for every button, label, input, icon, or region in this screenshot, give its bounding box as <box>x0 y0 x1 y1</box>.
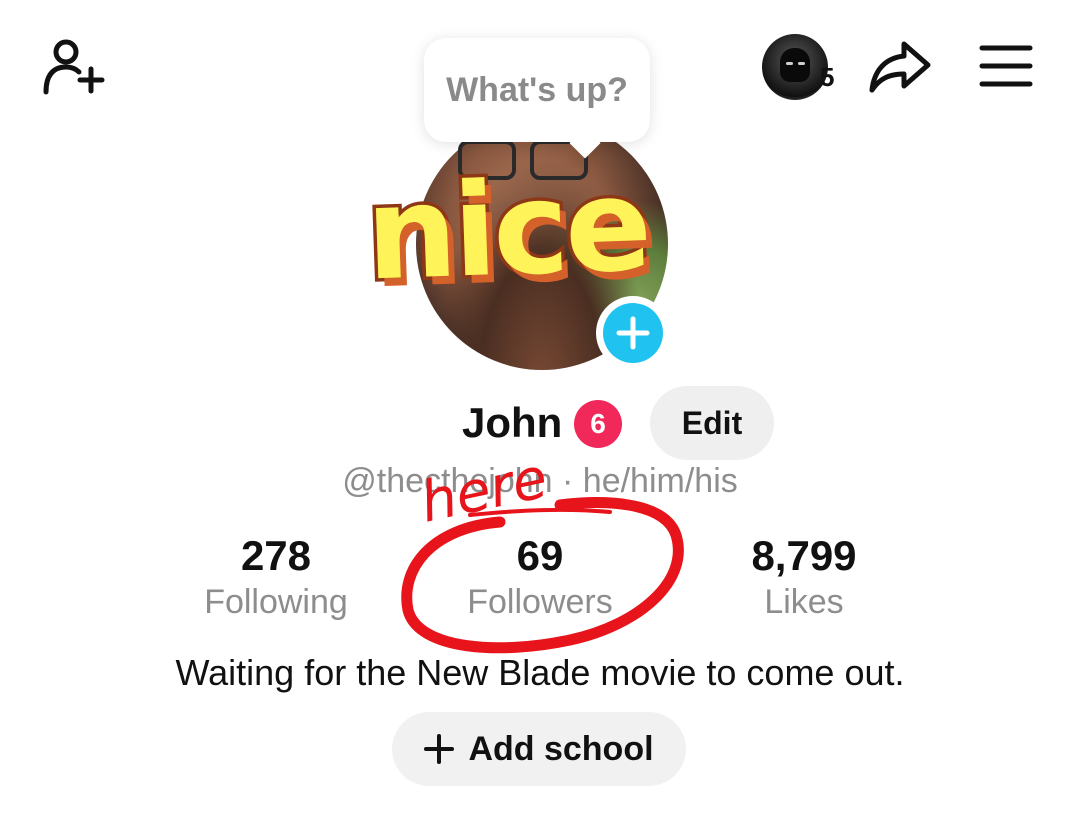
profile-bio: Waiting for the New Blade movie to come … <box>175 652 905 693</box>
plus-icon <box>616 316 650 350</box>
add-friend-icon[interactable] <box>42 36 106 98</box>
add-story-button[interactable] <box>596 296 670 370</box>
following-label: Following <box>204 583 348 621</box>
sticker-text: nice <box>360 147 654 313</box>
plus-icon <box>424 734 455 764</box>
add-school-label: Add school <box>468 729 654 768</box>
following-count: 278 <box>240 532 312 579</box>
viewer-avatar <box>762 34 828 100</box>
edit-profile-button[interactable]: Edit <box>650 386 774 460</box>
story-viewer-count: 5 <box>820 62 835 92</box>
likes-label: Likes <box>764 583 844 621</box>
profile-name: John <box>462 399 563 446</box>
username-pronouns: @thecthejohn · he/him/his <box>342 462 738 500</box>
likes-count: 8,799 <box>751 532 857 579</box>
stat-likes[interactable]: 8,799 Likes <box>694 530 914 622</box>
followers-count: 69 <box>516 532 564 579</box>
stat-following[interactable]: 278 Following <box>166 530 386 622</box>
story-viewers-button[interactable]: 5 <box>762 34 842 104</box>
add-story-circle <box>603 303 663 363</box>
share-arrow-icon[interactable] <box>866 38 934 96</box>
add-school-button[interactable]: Add school <box>392 712 686 786</box>
notification-badge: 6 <box>574 400 622 448</box>
hamburger-menu-icon[interactable] <box>978 42 1034 90</box>
followers-label: Followers <box>467 583 613 621</box>
status-bubble-text: What's up? <box>446 70 628 109</box>
stat-followers[interactable]: 69 Followers <box>430 530 650 622</box>
